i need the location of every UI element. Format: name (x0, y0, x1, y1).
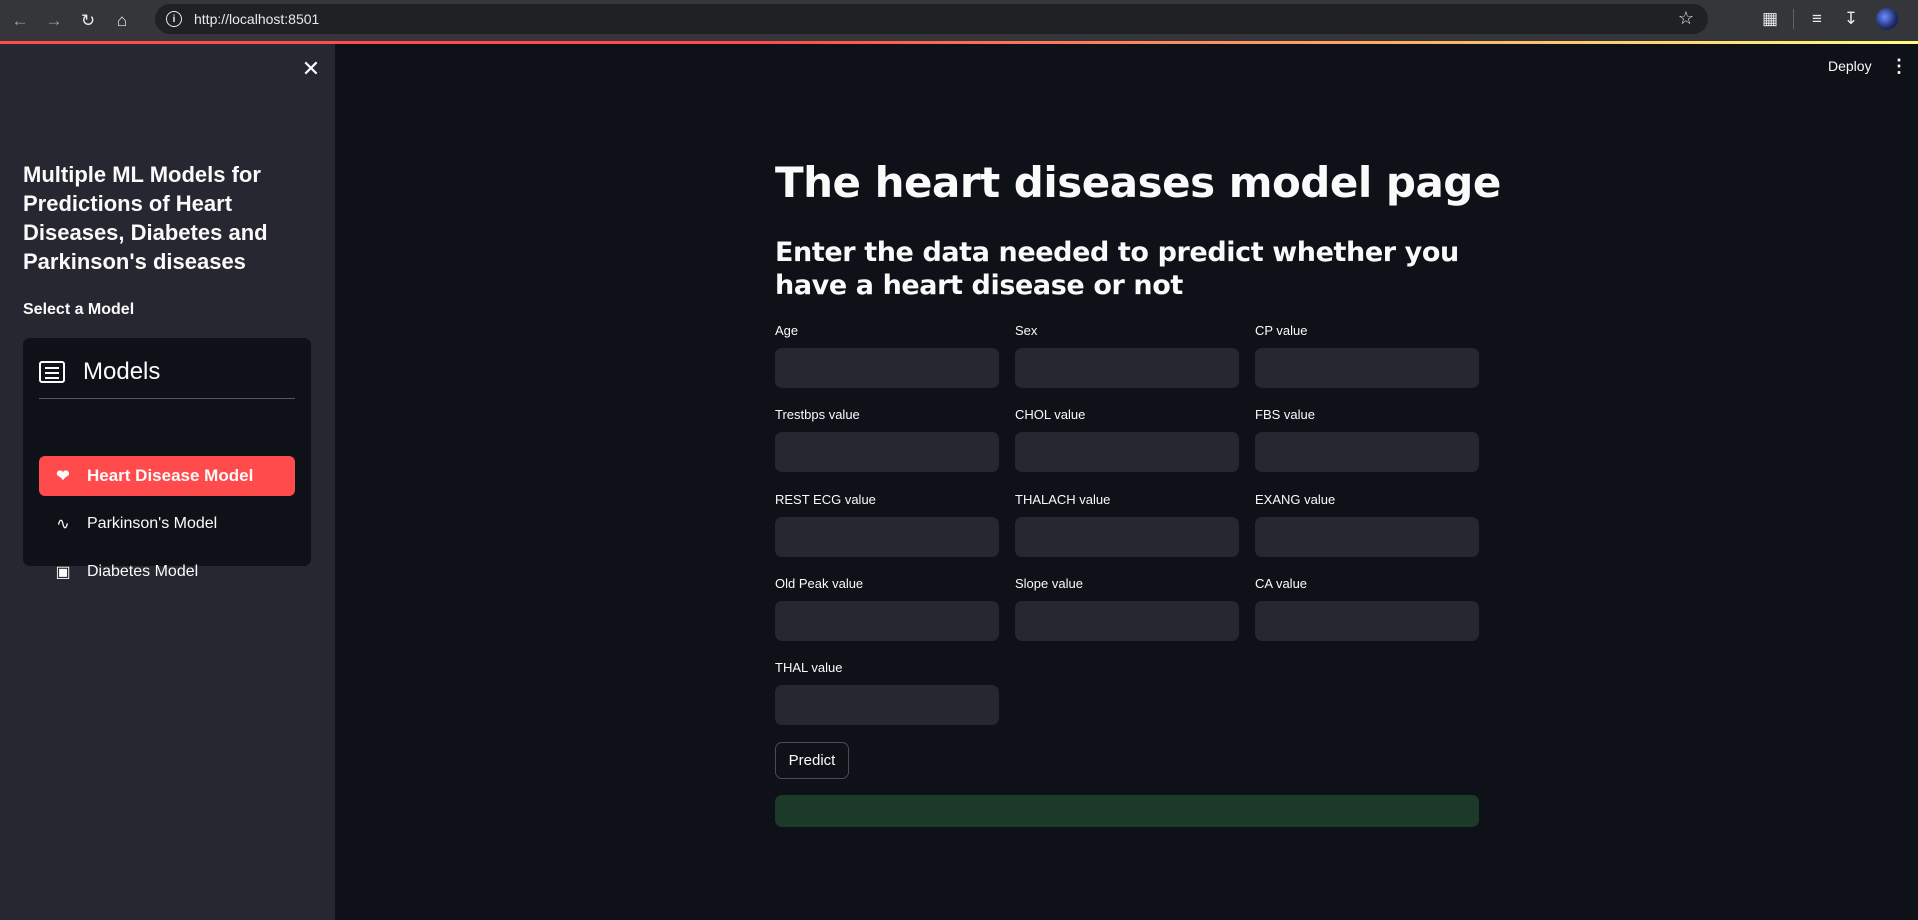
field-label: CP value (1255, 323, 1308, 338)
reload-icon[interactable]: ↻ (74, 7, 102, 35)
page-subtitle: Enter the data needed to predict whether… (775, 237, 1459, 301)
thalach-input[interactable] (1015, 517, 1239, 557)
exang-input[interactable] (1255, 517, 1479, 557)
field-label: Age (775, 323, 799, 338)
restecg-input[interactable] (775, 517, 999, 557)
menu-item-label: Parkinson's Model (87, 515, 218, 532)
activity-icon: ∿ (56, 516, 70, 533)
ca-field: CA value (1255, 574, 1479, 641)
back-arrow-icon[interactable]: ← (6, 7, 34, 35)
menu-title: Models (83, 358, 161, 385)
site-info-icon[interactable]: i (166, 11, 182, 27)
page-title: The heart diseases model page (775, 158, 1501, 207)
field-label: REST ECG value (775, 492, 876, 507)
thal-input[interactable] (775, 685, 999, 725)
cp-field: CP value (1255, 321, 1479, 388)
field-label: THAL value (775, 660, 843, 675)
fbs-field: FBS value (1255, 405, 1479, 472)
age-field: Age (775, 321, 999, 388)
download-icon[interactable]: ↧ (1834, 2, 1868, 36)
menu-item-parkinsons[interactable]: ∿ Parkinson's Model (39, 504, 295, 544)
media-queue-icon[interactable]: ≡ (1800, 2, 1834, 36)
slope-input[interactable] (1015, 601, 1239, 641)
sidebar-title: Multiple ML Models for Predictions of He… (23, 162, 268, 274)
result-success-alert (775, 795, 1479, 827)
predict-button[interactable]: Predict (775, 742, 849, 779)
cp-input[interactable] (1255, 348, 1479, 388)
menu-divider (39, 398, 295, 399)
home-icon[interactable]: ⌂ (108, 7, 136, 35)
extensions-icon[interactable]: ▦ (1753, 2, 1787, 36)
menu-item-label: Diabetes Model (87, 563, 199, 580)
deploy-button[interactable]: Deploy (1828, 58, 1872, 74)
chol-input[interactable] (1015, 432, 1239, 472)
exang-field: EXANG value (1255, 490, 1479, 557)
menu-list-icon (39, 361, 65, 383)
profile-avatar[interactable] (1876, 8, 1898, 30)
thal-field: THAL value (775, 658, 999, 725)
select-model-label: Select a Model (23, 301, 135, 318)
heart-pulse-icon: ❤ (56, 468, 70, 485)
menu-header: Models (39, 352, 160, 392)
field-label: THALACH value (1015, 492, 1111, 507)
field-label: CA value (1255, 576, 1308, 591)
sex-field: Sex (1015, 321, 1239, 388)
field-label: Sex (1015, 323, 1038, 338)
field-label: EXANG value (1255, 492, 1336, 507)
restecg-field: REST ECG value (775, 490, 999, 557)
trestbps-input[interactable] (775, 432, 999, 472)
model-menu: Models ❤ Heart Disease Model ∿ Parkinson… (23, 338, 311, 581)
slope-field: Slope value (1015, 574, 1239, 641)
field-label: CHOL value (1015, 407, 1086, 422)
toolbar-separator (1793, 9, 1794, 29)
menu-item-heart-disease[interactable]: ❤ Heart Disease Model (39, 456, 295, 496)
address-bar[interactable]: i http://localhost:8501 ☆ (155, 4, 1708, 34)
url-text[interactable]: http://localhost:8501 (194, 11, 319, 27)
fbs-input[interactable] (1255, 432, 1479, 472)
chol-field: CHOL value (1015, 405, 1239, 472)
oldpeak-input[interactable] (775, 601, 999, 641)
field-label: Old Peak value (775, 576, 864, 591)
main-menu-icon[interactable]: ⋮ (1890, 56, 1908, 77)
browser-toolbar: ← → ↻ ⌂ i http://localhost:8501 ☆ ▦ ≡ ↧ (0, 0, 1918, 42)
bookmark-star-icon[interactable]: ☆ (1678, 8, 1694, 29)
thalach-field: THALACH value (1015, 490, 1239, 557)
forward-arrow-icon[interactable]: → (40, 7, 68, 35)
close-sidebar-icon[interactable]: ✕ (300, 58, 322, 80)
hospital-icon: ▣ (55, 564, 71, 581)
field-label: Trestbps value (775, 407, 860, 422)
ca-input[interactable] (1255, 601, 1479, 641)
field-label: Slope value (1015, 576, 1083, 591)
menu-item-diabetes[interactable]: ▣ Diabetes Model (39, 552, 295, 592)
sidebar: ✕ Multiple ML Models for Predictions of … (0, 44, 335, 920)
sex-input[interactable] (1015, 348, 1239, 388)
age-input[interactable] (775, 348, 999, 388)
trestbps-field: Trestbps value (775, 405, 999, 472)
menu-item-label: Heart Disease Model (87, 466, 254, 485)
oldpeak-field: Old Peak value (775, 574, 999, 641)
field-label: FBS value (1255, 407, 1315, 422)
